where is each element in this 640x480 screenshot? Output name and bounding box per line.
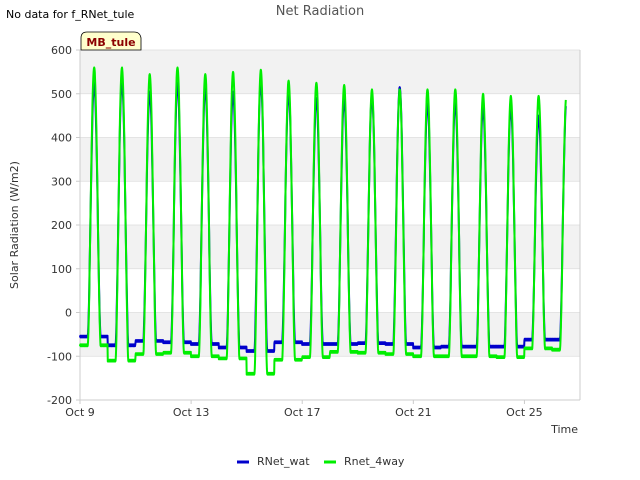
y-tick-label: 400 bbox=[51, 132, 72, 145]
plot-band bbox=[80, 137, 580, 182]
site-badge: MB_tule bbox=[80, 31, 142, 51]
x-tick-label: Oct 21 bbox=[395, 406, 432, 419]
y-tick-label: 300 bbox=[51, 175, 72, 188]
y-tick-label: 0 bbox=[65, 307, 72, 320]
y-tick-labels: -200-1000100200300400500600 bbox=[47, 44, 80, 407]
chart-title: Net Radiation bbox=[276, 4, 364, 19]
x-tick-label: Oct 13 bbox=[173, 406, 210, 419]
y-tick-label: 100 bbox=[51, 263, 72, 276]
site-badge-label: MB_tule bbox=[86, 36, 135, 49]
y-tick-label: 500 bbox=[51, 88, 72, 101]
net-radiation-chart: -200-1000100200300400500600 Oct 9 Oct 13 O… bbox=[6, 4, 581, 468]
plot-band bbox=[80, 50, 580, 94]
y-tick-label: 600 bbox=[51, 44, 72, 57]
legend-label-rnet-4way: Rnet_4way bbox=[344, 455, 405, 468]
legend: RNet_wat Rnet_4way bbox=[237, 455, 405, 468]
x-tick-label: Oct 17 bbox=[284, 406, 321, 419]
y-axis-label: Solar Radiation (W/m2) bbox=[8, 161, 21, 289]
x-tick-label: Oct 25 bbox=[506, 406, 543, 419]
no-data-note: No data for f_RNet_tule bbox=[6, 8, 135, 21]
x-tick-label: Oct 9 bbox=[65, 406, 95, 419]
y-tick-label: 200 bbox=[51, 219, 72, 232]
x-tick-labels: Oct 9 Oct 13 Oct 17 Oct 21 Oct 25 bbox=[65, 400, 543, 419]
x-axis-label: Time bbox=[550, 423, 578, 436]
legend-label-rnet-wat: RNet_wat bbox=[257, 455, 310, 468]
y-tick-label: -100 bbox=[47, 350, 72, 363]
